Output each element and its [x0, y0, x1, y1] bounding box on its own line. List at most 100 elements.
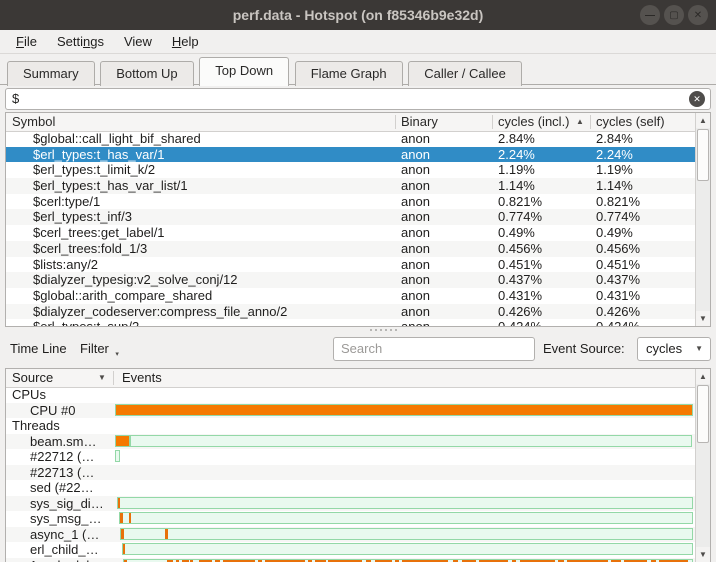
timeline-span [119, 512, 693, 524]
clear-filter-button[interactable]: ✕ [689, 91, 705, 107]
scroll-up-icon: ▲ [699, 372, 707, 381]
symbols-scrollbar[interactable]: ▲ ▼ [695, 113, 710, 326]
events-cell[interactable] [115, 496, 695, 512]
close-button[interactable]: ✕ [688, 5, 708, 25]
tab-top-down[interactable]: Top Down [199, 57, 289, 86]
table-row[interactable]: $lists:any/2anon0.451%0.451% [6, 257, 695, 273]
maximize-button[interactable]: ▢ [664, 5, 684, 25]
scroll-down-button[interactable]: ▼ [696, 547, 710, 562]
timeline-row: sed (#22… [6, 480, 695, 496]
tab-summary[interactable]: Summary [7, 61, 95, 86]
event-source-value: cycles [646, 341, 682, 356]
event-marker [120, 513, 122, 523]
row-label[interactable]: erl_child_… [6, 542, 110, 558]
scroll-up-button[interactable]: ▲ [696, 113, 710, 128]
scroll-down-button[interactable]: ▼ [696, 311, 710, 326]
timeline-row: async_1 (… [6, 527, 695, 543]
timeline-scrollbar[interactable]: ▲ ▼ [695, 369, 710, 562]
row-label[interactable]: sys_sig_di… [6, 496, 110, 512]
row-label[interactable]: sed (#22… [6, 480, 110, 496]
table-row[interactable]: $cerl_trees:get_label/1anon0.49%0.49% [6, 225, 695, 241]
column-header-events[interactable]: Events [122, 369, 162, 387]
events-cell[interactable] [115, 387, 695, 403]
timeline-row: sys_sig_di… [6, 496, 695, 512]
search-placeholder: Search [341, 341, 382, 356]
window-title: perf.data - Hotspot (on f85346b9e32d) [0, 0, 716, 30]
row-label[interactable]: async_1 (… [6, 527, 110, 543]
events-cell[interactable] [115, 480, 695, 496]
filter-button[interactable]: Filter▾ [80, 341, 119, 356]
events-cell[interactable] [115, 418, 695, 434]
scrollbar-thumb[interactable] [697, 385, 709, 443]
minimize-button[interactable]: — [640, 5, 660, 25]
scroll-down-icon: ▼ [699, 314, 707, 323]
events-cell[interactable] [115, 403, 695, 419]
dropdown-arrow-icon: ▼ [695, 338, 703, 360]
symbol-filter-input[interactable]: $ ✕ [5, 88, 711, 110]
events-cell[interactable] [115, 465, 695, 481]
minimize-icon: — [645, 10, 655, 21]
timeline-body: CPUs CPU #0 Threads beam.sm… #22712 (… #… [6, 387, 695, 562]
table-row[interactable]: $cerl_trees:fold_1/3anon0.456%0.456% [6, 241, 695, 257]
row-label[interactable]: 1_schedul… [6, 558, 110, 562]
event-marker [129, 513, 131, 523]
event-marker [165, 529, 167, 539]
scroll-up-button[interactable]: ▲ [696, 369, 710, 384]
menu-item-view[interactable]: View [114, 32, 162, 51]
events-cell[interactable] [115, 527, 695, 543]
events-cell[interactable] [115, 511, 695, 527]
menu-item-file[interactable]: File [6, 32, 47, 51]
table-row[interactable]: $dialyzer_codeserver:compress_file_anno/… [6, 304, 695, 320]
timeline-toolbar: Time Line Filter▾ Search Event Source: c… [0, 333, 716, 366]
timeline-header: Source ▼ Events [6, 369, 710, 388]
scrollbar-thumb[interactable] [697, 129, 709, 181]
row-label[interactable]: Threads [6, 418, 110, 434]
events-cell[interactable] [115, 449, 695, 465]
table-row[interactable]: $cerl:type/1anon0.821%0.821% [6, 194, 695, 210]
row-label[interactable]: CPUs [6, 387, 110, 403]
column-header-symbol[interactable]: Symbol [12, 113, 55, 131]
tab-flame-graph[interactable]: Flame Graph [295, 61, 403, 86]
column-header-cycles-self[interactable]: cycles (self) [596, 113, 665, 131]
row-label[interactable]: sys_msg_… [6, 511, 110, 527]
symbol-filter-value: $ [12, 91, 19, 106]
table-row[interactable]: $erl_types:t_sup/2anon0.424%0.424% [6, 319, 695, 327]
table-row-selected[interactable]: $erl_types:t_has_var/1anon2.24%2.24% [6, 147, 695, 163]
table-row[interactable]: $erl_types:t_inf/3anon0.774%0.774% [6, 209, 695, 225]
timeline-span [115, 450, 120, 462]
chevron-down-icon: ▾ [115, 350, 119, 358]
column-header-source[interactable]: Source [12, 369, 53, 387]
table-row[interactable]: $global::arith_compare_sharedanon0.431%0… [6, 288, 695, 304]
menu-item-help[interactable]: Help [162, 32, 209, 51]
column-header-binary[interactable]: Binary [401, 113, 438, 131]
menu-item-settings[interactable]: Settings [47, 32, 114, 51]
column-header-cycles-incl[interactable]: cycles (incl.) [498, 113, 570, 131]
table-row[interactable]: $erl_types:t_limit_k/2anon1.19%1.19% [6, 162, 695, 178]
symbols-table: Symbol Binary cycles (incl.) ▲ cycles (s… [5, 112, 711, 327]
table-row[interactable]: $erl_types:t_has_var_list/1anon1.14%1.14… [6, 178, 695, 194]
row-label[interactable]: #22713 (… [6, 465, 110, 481]
table-row[interactable]: $global::call_light_bif_sharedanon2.84%2… [6, 131, 695, 147]
timeline-row: 1_schedul… [6, 558, 695, 562]
titlebar[interactable]: perf.data - Hotspot (on f85346b9e32d) — … [0, 0, 716, 30]
splitter-dots-icon [370, 329, 397, 331]
event-source-select[interactable]: cycles ▼ [637, 337, 711, 361]
hotspot-window: perf.data - Hotspot (on f85346b9e32d) — … [0, 0, 716, 562]
events-cell[interactable] [115, 542, 695, 558]
symbols-table-body: $global::call_light_bif_sharedanon2.84%2… [6, 131, 695, 326]
event-marker [121, 529, 123, 539]
events-cell[interactable] [115, 434, 695, 450]
table-row[interactable]: $dialyzer_typesig:v2_solve_conj/12anon0.… [6, 272, 695, 288]
timeline-search-input[interactable]: Search [333, 337, 535, 361]
sort-descending-icon: ▼ [98, 369, 106, 387]
event-marker [123, 544, 125, 554]
tab-bottom-up[interactable]: Bottom Up [100, 61, 193, 86]
row-label[interactable]: #22712 (… [6, 449, 110, 465]
event-marker [115, 404, 693, 416]
row-label[interactable]: CPU #0 [6, 403, 110, 419]
timeline-span [130, 435, 692, 447]
events-cell[interactable] [115, 558, 695, 562]
timeline-span [120, 528, 692, 540]
row-label[interactable]: beam.sm… [6, 434, 110, 450]
tab-caller-callee[interactable]: Caller / Callee [408, 61, 522, 86]
